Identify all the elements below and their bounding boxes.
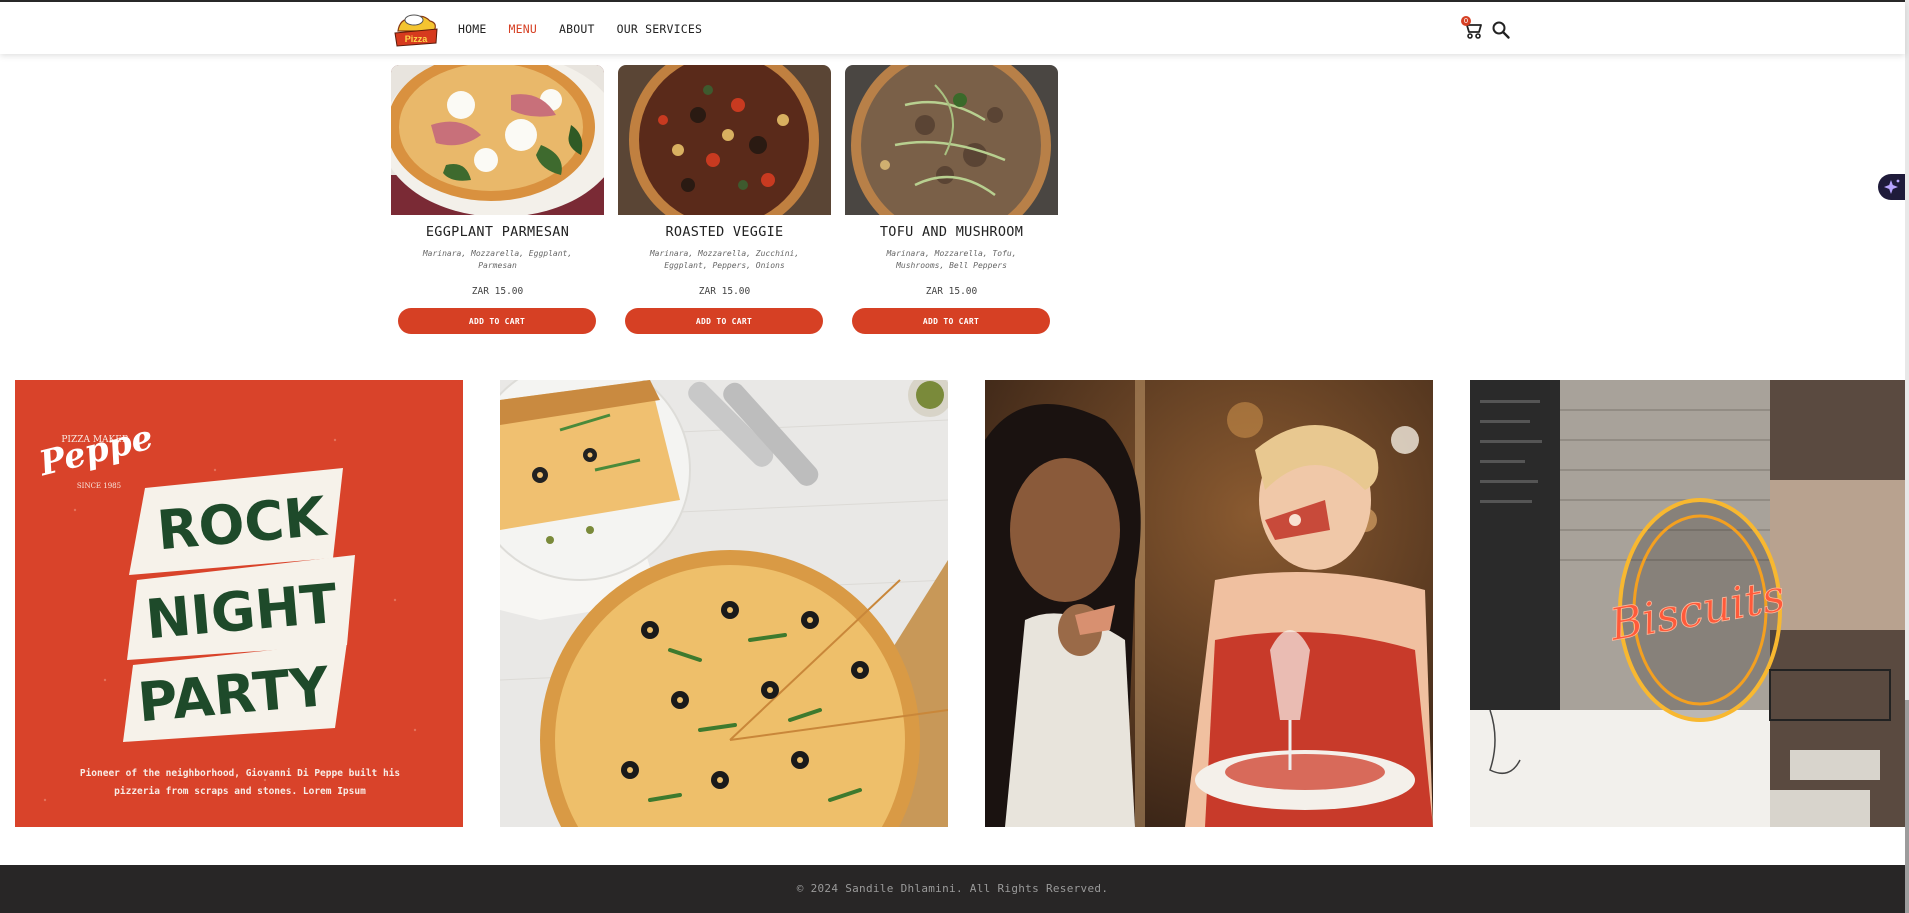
product-description: Marinara, Mozzarella, Tofu, Mushrooms, B… <box>886 249 1017 270</box>
nav-about-link[interactable]: ABOUT <box>559 22 595 36</box>
poster-brand-bottom: SINCE 1985 <box>77 482 121 490</box>
cart-count-badge: 0 <box>1461 16 1471 26</box>
product-card: TOFU AND MUSHROOM Marinara, Mozzarella, … <box>845 65 1058 334</box>
product-description: Marinara, Mozzarella, Eggplant, Parmesan <box>422 249 573 270</box>
product-price: ZAR 15.00 <box>471 286 524 297</box>
gallery-poster-rock-night-party[interactable]: PIZZA MAKER Peppe SINCE 1985 ROCK NIGHT … <box>15 380 463 827</box>
product-card: ROASTED VEGGIE Marinara, Mozzarella, Zuc… <box>618 65 831 334</box>
poster-caption: Pioneer of the neighborhood, Giovanni Di… <box>79 768 401 797</box>
nav-menu-link[interactable]: MENU <box>509 22 538 36</box>
product-price: ZAR 15.00 <box>925 286 978 297</box>
pizza-logo-icon[interactable]: Pizza <box>392 11 440 49</box>
nav-links: HOME MENU ABOUT OUR SERVICES <box>458 22 724 36</box>
sparkle-icon <box>1884 179 1900 194</box>
footer: © 2024 Sandile Dhlamini. All Rights Rese… <box>0 865 1905 913</box>
nav-home-link[interactable]: HOME <box>458 22 487 36</box>
add-to-cart-button[interactable]: ADD TO CART <box>398 308 596 334</box>
product-card: EGGPLANT PARMESAN Marinara, Mozzarella, … <box>391 65 604 334</box>
gallery-pizza-flatlay[interactable] <box>500 380 948 827</box>
pizza-image-eggplant-parmesan[interactable] <box>391 65 604 215</box>
pizza-image-tofu-mushroom[interactable] <box>845 65 1058 215</box>
product-title: TOFU AND MUSHROOM <box>879 224 1024 240</box>
add-to-cart-button[interactable]: ADD TO CART <box>625 308 823 334</box>
product-title: ROASTED VEGGIE <box>665 224 784 240</box>
logo-text: Pizza <box>405 34 429 44</box>
footer-copyright: © 2024 Sandile Dhlamini. All Rights Rese… <box>796 882 1109 895</box>
product-price: ZAR 15.00 <box>698 286 751 297</box>
search-icon[interactable] <box>1491 20 1511 40</box>
gallery-friends-eating-pizza[interactable] <box>985 380 1433 827</box>
product-title: EGGPLANT PARMESAN <box>425 224 570 240</box>
assistant-widget-tab[interactable] <box>1878 174 1906 200</box>
pizza-image-roasted-veggie[interactable] <box>618 65 831 215</box>
scrollbar-thumb[interactable] <box>1905 700 1909 913</box>
nav-services-link[interactable]: OUR SERVICES <box>617 22 702 36</box>
add-to-cart-button[interactable]: ADD TO CART <box>852 308 1050 334</box>
product-description: Marinara, Mozzarella, Zucchini, Eggplant… <box>649 249 800 270</box>
gallery-neon-biscuits-sign[interactable]: Biscuits <box>1470 380 1905 827</box>
navbar: Pizza HOME MENU ABOUT OUR SERVICES 0 <box>0 2 1905 54</box>
